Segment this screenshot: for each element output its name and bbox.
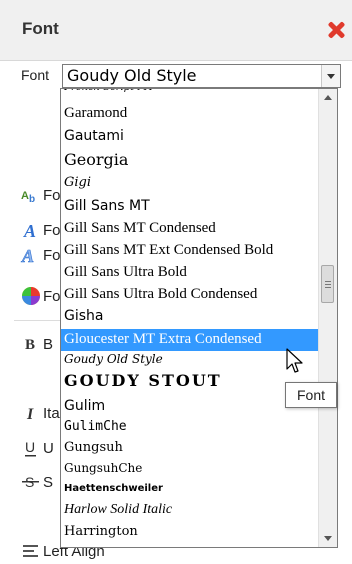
font-style-label: Fo bbox=[43, 222, 61, 239]
svg-text:B: B bbox=[25, 337, 35, 353]
tooltip: Font bbox=[285, 382, 337, 408]
svg-text:I: I bbox=[26, 406, 34, 423]
font-option[interactable]: Goudy Old Style bbox=[61, 353, 320, 371]
panel-header: Font bbox=[0, 0, 352, 61]
scroll-thumb[interactable] bbox=[321, 265, 334, 303]
font-option[interactable]: Gulim bbox=[61, 399, 320, 419]
chevron-down-icon[interactable] bbox=[321, 65, 340, 87]
font-option[interactable]: Garamond bbox=[61, 106, 320, 126]
font-option[interactable]: Gungsuh bbox=[61, 441, 320, 461]
font-option[interactable]: Gill Sans MT Ext Condensed Bold bbox=[61, 243, 320, 263]
font-option[interactable]: French Script MT bbox=[61, 89, 320, 99]
font-outline-label: Fo bbox=[43, 247, 61, 264]
bold-icon: B bbox=[20, 333, 42, 355]
underline-icon: U bbox=[20, 437, 42, 459]
scroll-down-icon[interactable] bbox=[319, 530, 337, 547]
divider bbox=[14, 320, 64, 321]
font-option[interactable]: GungsuhChe bbox=[61, 462, 320, 482]
align-left-icon bbox=[20, 540, 42, 562]
font-option[interactable]: GulimChe bbox=[61, 420, 320, 440]
font-option[interactable]: Gill Sans Ultra Bold Condensed bbox=[61, 287, 320, 307]
scroll-up-icon[interactable] bbox=[319, 89, 337, 106]
strikethrough-icon: S bbox=[20, 471, 42, 493]
svg-text:A: A bbox=[23, 221, 36, 241]
font-size-label: Fo bbox=[43, 187, 61, 204]
italic-icon: I bbox=[20, 402, 42, 424]
font-dropdown-list[interactable]: French Script MT Garamond Gautami Georgi… bbox=[60, 88, 338, 548]
font-size-icon: Ab bbox=[20, 184, 42, 206]
strikethrough-label: S bbox=[43, 474, 54, 491]
color-wheel-icon bbox=[20, 285, 42, 307]
font-option[interactable]: Gigi bbox=[61, 176, 320, 196]
font-option[interactable]: Georgia bbox=[61, 152, 320, 176]
font-option[interactable]: Harrington bbox=[61, 525, 320, 545]
font-select[interactable]: Goudy Old Style bbox=[62, 64, 341, 88]
close-icon[interactable] bbox=[326, 20, 346, 40]
mouse-cursor-icon bbox=[286, 348, 303, 373]
font-option[interactable]: Harlow Solid Italic bbox=[61, 503, 320, 523]
italic-label: Ita bbox=[43, 405, 60, 422]
font-option[interactable]: Gill Sans Ultra Bold bbox=[61, 265, 320, 285]
svg-text:A: A bbox=[21, 246, 34, 266]
font-option[interactable]: Gautami bbox=[61, 129, 320, 149]
font-color-label: Fo bbox=[43, 288, 61, 305]
list-scrollbar[interactable] bbox=[318, 89, 337, 547]
font-option[interactable]: GOUDY STOUT bbox=[61, 373, 320, 397]
font-option-highlighted[interactable]: Gloucester MT Extra Condensed bbox=[61, 329, 320, 351]
font-style-icon: A bbox=[20, 219, 42, 241]
font-option[interactable]: Gill Sans MT bbox=[61, 199, 320, 219]
font-label: Font bbox=[21, 67, 50, 83]
font-option[interactable]: Haettenschweiler bbox=[61, 484, 320, 500]
panel-title: Font bbox=[22, 19, 59, 38]
font-option[interactable]: Gill Sans MT Condensed bbox=[61, 221, 320, 241]
bold-label: B bbox=[43, 336, 54, 353]
svg-text:b: b bbox=[29, 194, 35, 205]
svg-text:U: U bbox=[25, 439, 35, 455]
underline-label: U bbox=[43, 440, 54, 457]
font-option[interactable]: Gisha bbox=[61, 309, 320, 329]
svg-text:A: A bbox=[21, 190, 29, 202]
font-select-value: Goudy Old Style bbox=[67, 66, 197, 85]
font-outline-icon: A bbox=[20, 244, 42, 266]
